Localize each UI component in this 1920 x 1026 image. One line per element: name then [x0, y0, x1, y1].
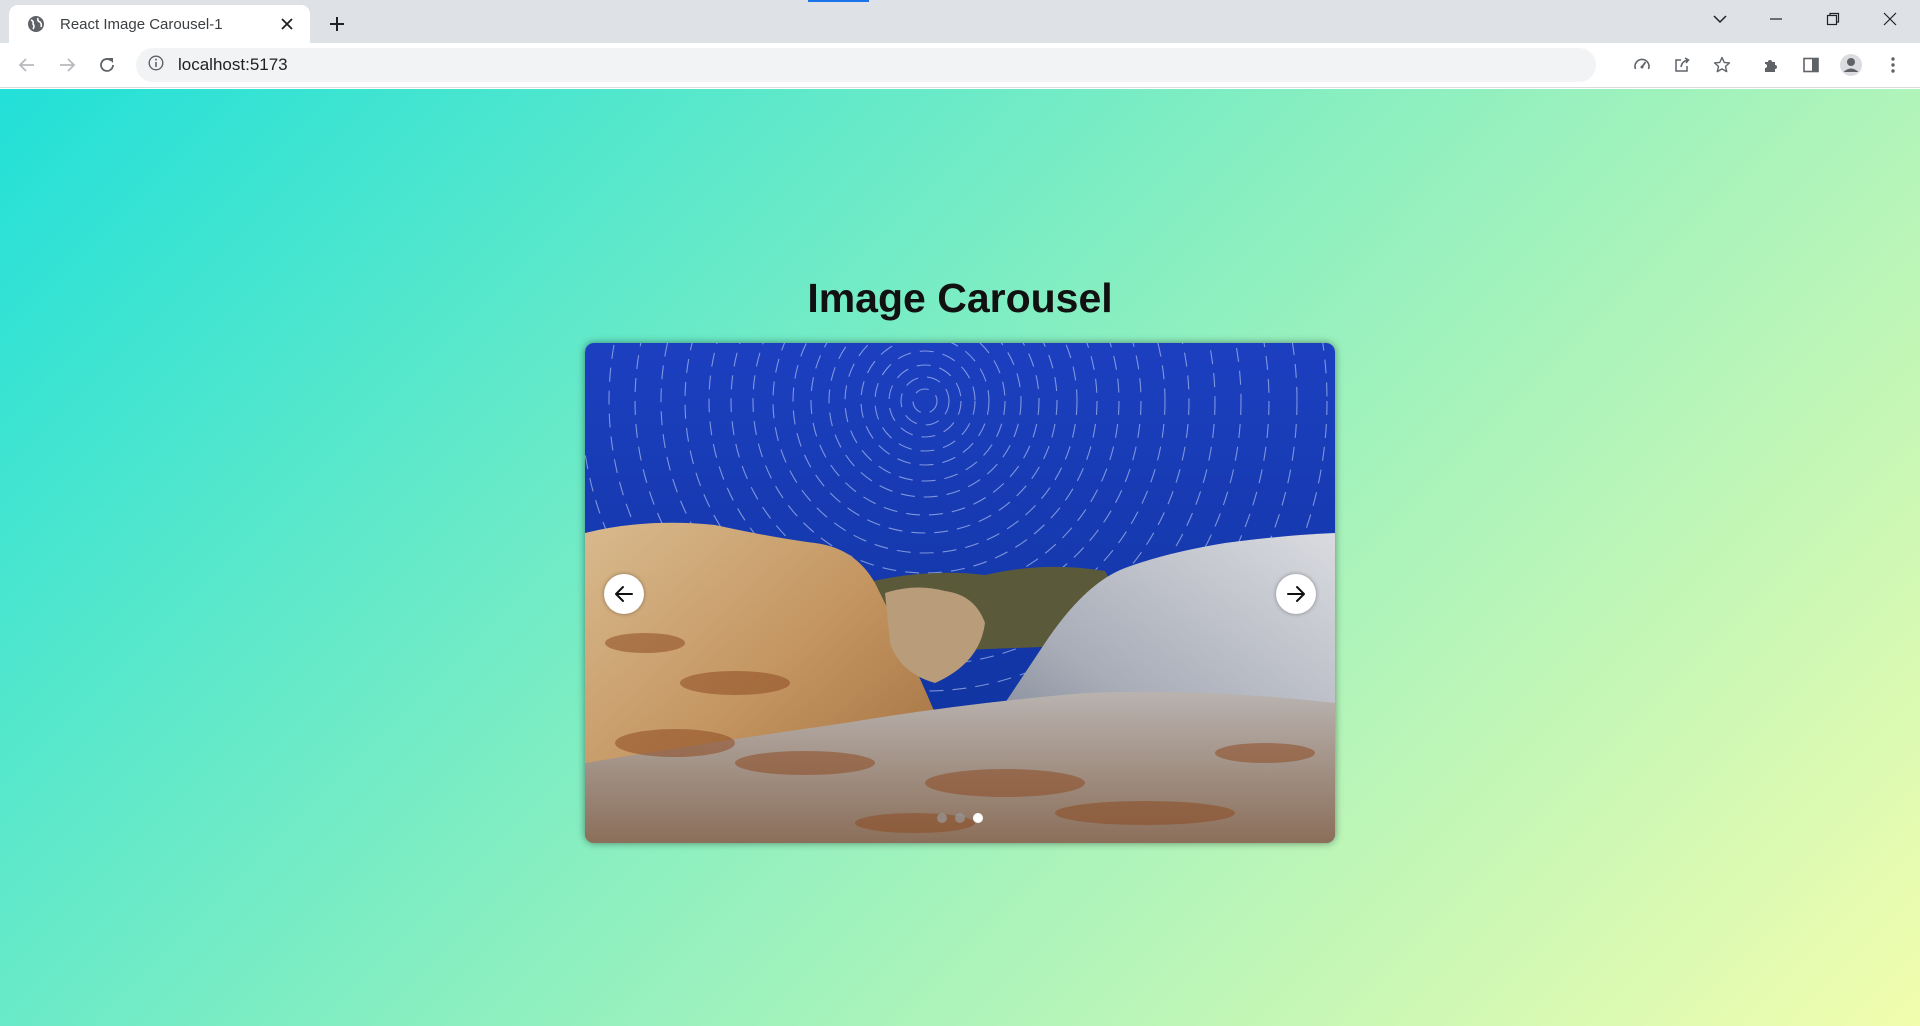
page-viewport: Image Carousel	[0, 89, 1920, 1026]
carousel-image	[585, 343, 1335, 843]
restore-icon	[1826, 12, 1840, 26]
share-icon[interactable]	[1666, 49, 1698, 81]
site-info-icon[interactable]	[148, 54, 164, 76]
minimize-icon	[1770, 18, 1782, 20]
tab-search-button[interactable]	[1692, 0, 1748, 38]
arrow-right-icon	[60, 58, 76, 72]
page-title: Image Carousel	[807, 275, 1113, 321]
close-tab-icon[interactable]	[276, 13, 298, 35]
reload-button[interactable]	[91, 49, 123, 81]
extensions-icon[interactable]	[1755, 49, 1787, 81]
arrow-left-icon	[615, 586, 633, 602]
performance-icon[interactable]	[1626, 49, 1658, 81]
globe-icon	[26, 14, 46, 34]
close-icon	[1883, 12, 1897, 26]
side-panel-icon[interactable]	[1795, 49, 1827, 81]
back-button[interactable]	[11, 49, 43, 81]
chevron-down-icon	[1713, 15, 1727, 24]
image-carousel	[585, 343, 1335, 843]
arrow-left-icon	[18, 58, 34, 72]
tab-strip: React Image Carousel-1	[0, 0, 1920, 43]
profile-avatar-icon[interactable]	[1835, 49, 1867, 81]
arrow-right-icon	[1287, 586, 1305, 602]
browser-tab[interactable]: React Image Carousel-1	[9, 5, 310, 43]
forward-button[interactable]	[51, 49, 83, 81]
minimize-button[interactable]	[1748, 0, 1804, 38]
plus-icon	[330, 17, 344, 31]
browser-toolbar: localhost:5173	[0, 43, 1920, 88]
address-bar[interactable]: localhost:5173	[136, 48, 1596, 82]
next-slide-button[interactable]	[1276, 574, 1316, 614]
reload-icon	[100, 58, 114, 72]
slide-indicator-dot[interactable]	[955, 813, 965, 823]
slide-indicators	[585, 813, 1335, 823]
close-window-button[interactable]	[1862, 0, 1918, 38]
bookmark-star-icon[interactable]	[1706, 49, 1738, 81]
menu-kebab-icon[interactable]	[1877, 49, 1909, 81]
loading-indicator	[808, 0, 869, 2]
slide-indicator-dot[interactable]	[973, 813, 983, 823]
url-text: localhost:5173	[178, 55, 288, 74]
restore-button[interactable]	[1805, 0, 1861, 38]
prev-slide-button[interactable]	[604, 574, 644, 614]
slide-indicator-dot[interactable]	[937, 813, 947, 823]
new-tab-button[interactable]	[322, 9, 352, 39]
tab-title: React Image Carousel-1	[60, 15, 223, 33]
